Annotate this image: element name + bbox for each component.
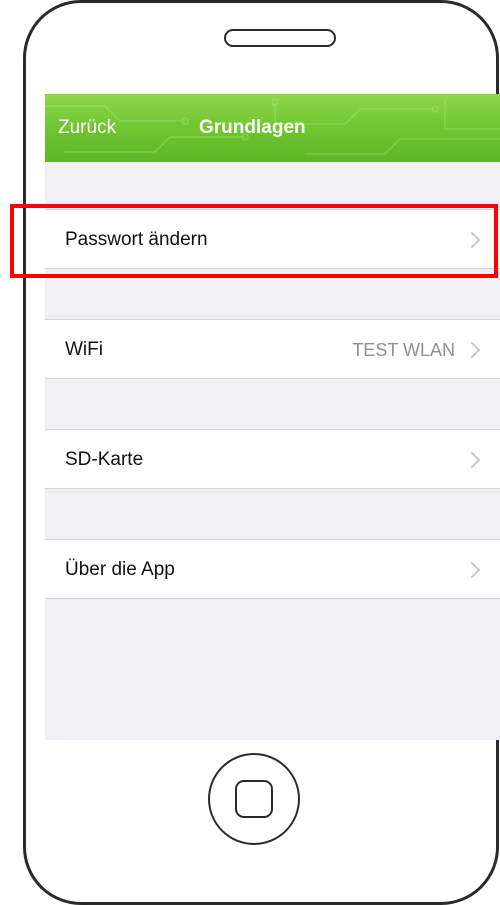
home-button-icon bbox=[235, 780, 273, 818]
settings-row-sd-card[interactable]: SD-Karte bbox=[45, 429, 500, 489]
row-label: SD-Karte bbox=[65, 449, 144, 470]
chevron-right-icon bbox=[471, 452, 480, 468]
app-screen: Zurück Grundlagen Passwort ändern WiFi T… bbox=[45, 94, 500, 740]
highlight-box bbox=[10, 204, 498, 278]
settings-row-about-app[interactable]: Über die App bbox=[45, 539, 500, 599]
page-title: Grundlagen bbox=[199, 117, 306, 138]
chevron-right-icon bbox=[471, 562, 480, 578]
home-button[interactable] bbox=[208, 753, 300, 845]
back-button[interactable]: Zurück bbox=[58, 116, 116, 140]
chevron-right-icon bbox=[471, 342, 480, 358]
wifi-network-value: TEST WLAN bbox=[352, 340, 455, 360]
settings-row-wifi[interactable]: WiFi TEST WLAN bbox=[45, 319, 500, 379]
row-label: Über die App bbox=[65, 559, 175, 580]
speaker-slot bbox=[224, 29, 336, 47]
nav-bar: Zurück Grundlagen bbox=[45, 94, 500, 162]
row-label: WiFi bbox=[65, 339, 103, 360]
